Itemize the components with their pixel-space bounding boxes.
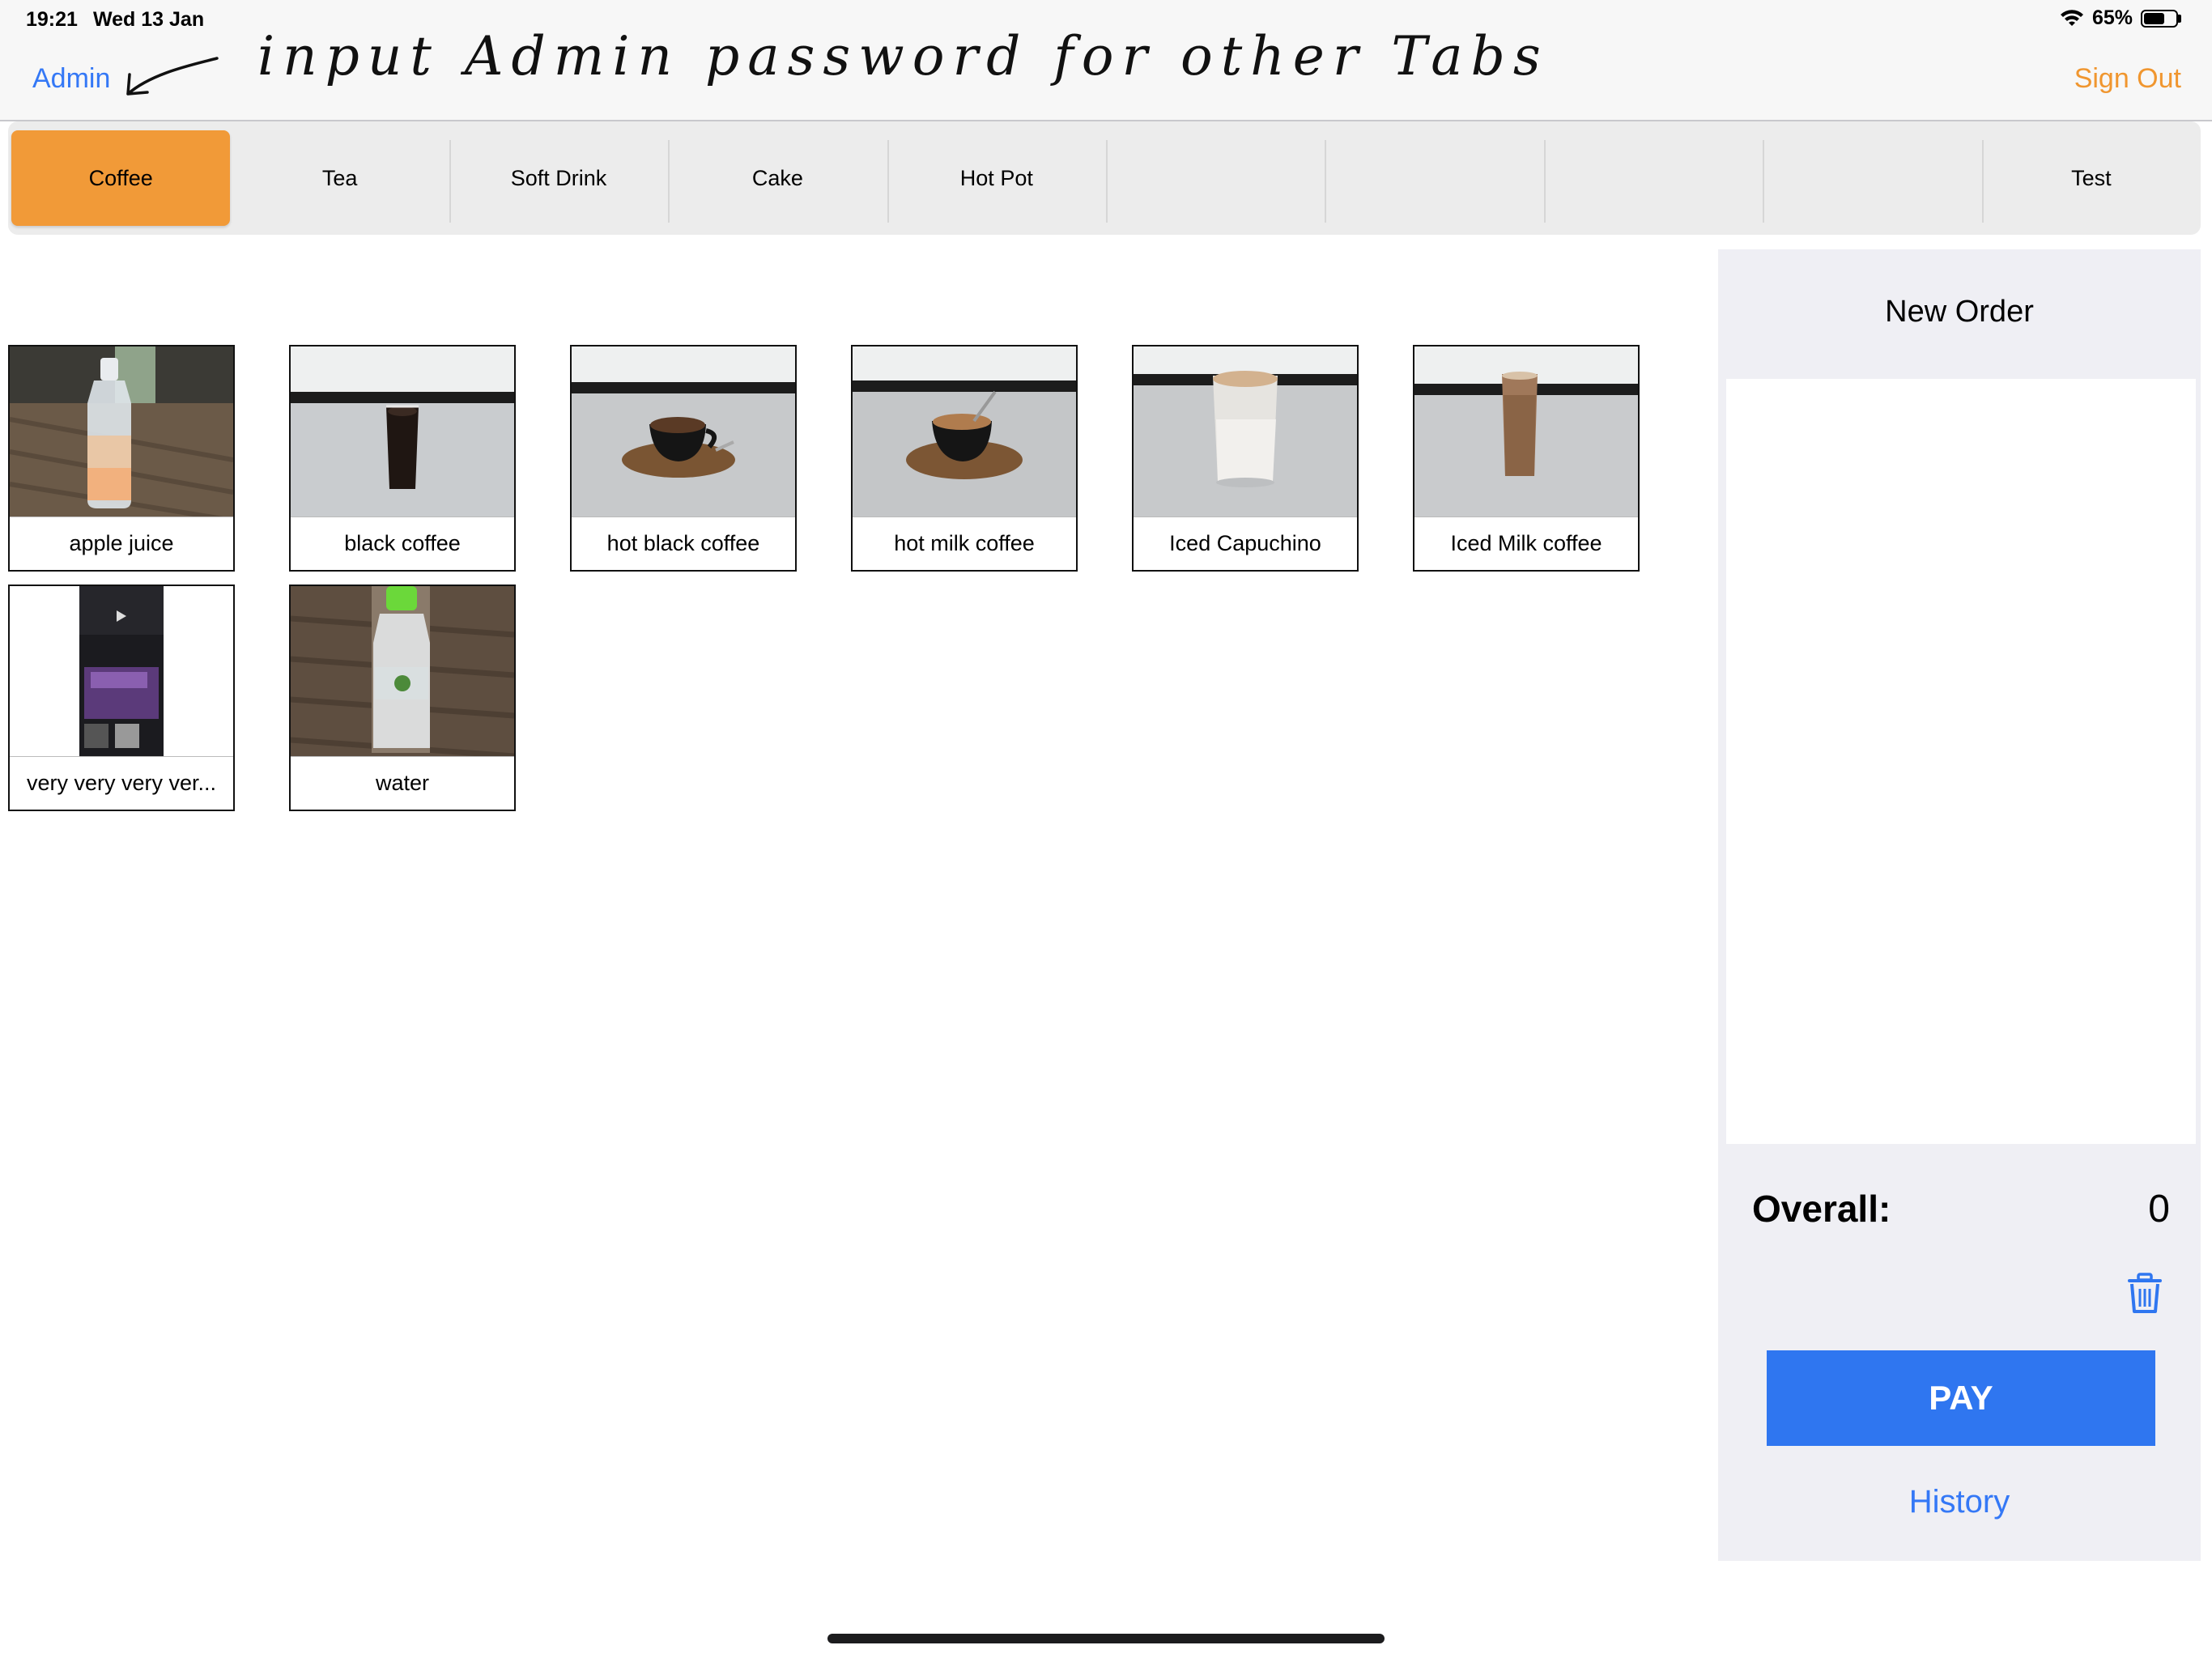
home-indicator[interactable] xyxy=(827,1634,1385,1643)
product-image xyxy=(291,586,514,756)
history-link[interactable]: History xyxy=(1718,1484,2201,1520)
sign-out-button[interactable]: Sign Out xyxy=(2074,63,2181,95)
product-card[interactable]: Iced Milk coffee xyxy=(1413,345,1640,572)
category-tab[interactable]: Hot Pot xyxy=(887,130,1106,226)
battery-percent: 65% xyxy=(2091,6,2133,29)
product-card[interactable]: very very very ver... xyxy=(8,585,235,811)
category-tab[interactable]: Tea xyxy=(230,130,449,226)
status-indicators: 65% xyxy=(2060,6,2181,30)
battery-icon xyxy=(2141,9,2181,28)
product-name: hot milk coffee xyxy=(853,517,1076,570)
navigation-bar: 19:21 Wed 13 Jan 65% Admin input Admin p… xyxy=(0,0,2212,121)
product-name: apple juice xyxy=(10,517,233,570)
product-image xyxy=(10,586,233,756)
pay-button[interactable]: PAY xyxy=(1767,1350,2155,1446)
category-tab[interactable] xyxy=(1106,130,1325,226)
product-card[interactable]: apple juice xyxy=(8,345,235,572)
product-card[interactable]: black coffee xyxy=(289,345,516,572)
category-tab[interactable] xyxy=(1763,130,1981,226)
order-panel: New Order Overall: 0 PAY History xyxy=(1718,249,2201,1561)
product-name: black coffee xyxy=(291,517,514,570)
category-tabs: Coffee Tea Soft Drink Cake Hot Pot Test xyxy=(8,121,2201,235)
status-time: 19:21 xyxy=(26,8,78,31)
product-name: Iced Milk coffee xyxy=(1414,517,1638,570)
product-name: hot black coffee xyxy=(572,517,795,570)
category-tab[interactable] xyxy=(1325,130,1543,226)
product-name: Iced Capuchino xyxy=(1134,517,1357,570)
handwritten-annotation: input Admin password for other Tabs xyxy=(126,25,1545,96)
category-tab[interactable]: Test xyxy=(1981,130,2201,226)
order-item-list[interactable] xyxy=(1726,379,2196,1144)
trash-icon[interactable] xyxy=(2125,1273,2165,1315)
product-image xyxy=(572,346,795,517)
category-tab[interactable]: Coffee xyxy=(11,130,231,226)
product-image xyxy=(10,346,233,517)
category-tab[interactable]: Soft Drink xyxy=(449,130,668,226)
overall-value: 0 xyxy=(2148,1188,2170,1231)
product-name: very very very ver... xyxy=(10,756,233,810)
product-image xyxy=(291,346,514,517)
wifi-icon xyxy=(2060,9,2083,26)
admin-button[interactable]: Admin xyxy=(32,63,110,95)
product-card[interactable]: Iced Capuchino xyxy=(1132,345,1359,572)
product-image xyxy=(1414,346,1638,517)
product-image xyxy=(1134,346,1357,517)
annotation-text: input Admin password for other Tabs xyxy=(257,25,1545,87)
product-image xyxy=(853,346,1076,517)
category-tab[interactable]: Cake xyxy=(668,130,887,226)
product-card[interactable]: hot black coffee xyxy=(570,345,797,572)
overall-label: Overall: xyxy=(1752,1188,1891,1230)
category-tab[interactable] xyxy=(1543,130,1763,226)
battery-level xyxy=(2144,12,2164,24)
product-card[interactable]: water xyxy=(289,585,516,811)
order-title: New Order xyxy=(1885,295,2034,329)
product-name: water xyxy=(291,756,514,810)
product-card[interactable]: hot milk coffee xyxy=(851,345,1078,572)
